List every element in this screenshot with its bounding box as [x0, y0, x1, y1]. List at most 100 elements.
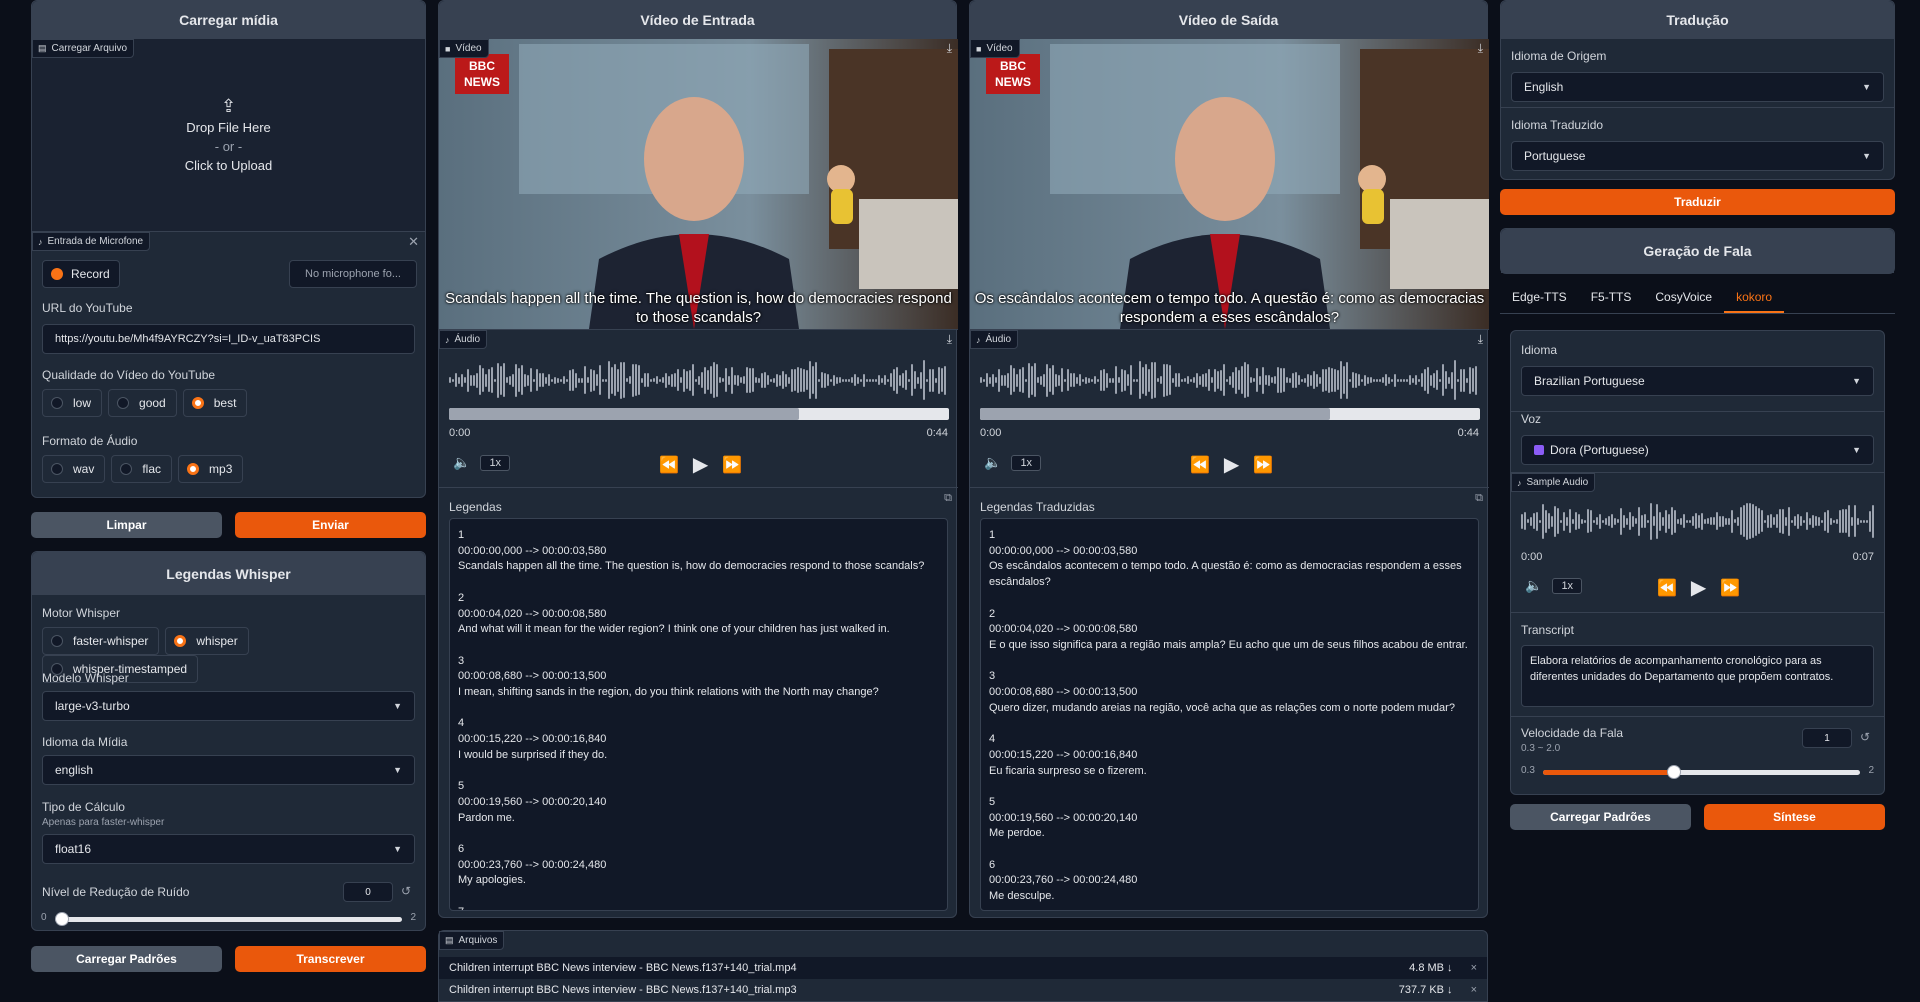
waveform-bar [1010, 365, 1012, 395]
remove-icon[interactable]: × [1471, 984, 1477, 996]
tab-edge-tts[interactable]: Edge-TTS [1500, 284, 1579, 313]
waveform-bar [749, 367, 751, 393]
download-icon[interactable]: ⤓ [1478, 332, 1483, 347]
output-video-player[interactable]: ■ Vídeo ⤓ BBC NEWS Os escândalos acontece… [970, 39, 1489, 329]
waveform-bar [542, 373, 544, 387]
download-icon[interactable]: ⤓ [1478, 41, 1483, 56]
audio-progress-fill [449, 408, 799, 420]
load-defaults-button[interactable]: Carregar Padrões [31, 946, 222, 972]
waveform-bar [980, 377, 982, 383]
copy-icon[interactable]: ⧉ [1475, 492, 1483, 505]
quality-radio-best[interactable]: best [182, 389, 248, 417]
subs-textbox[interactable]: 1 00:00:00,000 --> 00:00:03,580 Scandals… [449, 518, 948, 911]
play-icon[interactable]: ▶ [1224, 452, 1239, 477]
rate-thumb[interactable] [1666, 765, 1681, 779]
volume-icon[interactable]: 🔈 [1525, 577, 1542, 594]
format-radio-mp3[interactable]: mp3 [178, 455, 244, 483]
audio-progress-bar[interactable] [980, 408, 1480, 420]
waveform-bar [1232, 372, 1234, 388]
translated-subs-textbox[interactable]: 1 00:00:00,000 --> 00:00:03,580 Os escân… [980, 518, 1479, 911]
play-icon[interactable]: ▶ [1691, 575, 1706, 600]
copy-icon[interactable]: ⧉ [944, 492, 952, 505]
forward-icon[interactable]: ⏩ [1253, 455, 1273, 475]
waveform-bar [1385, 374, 1387, 386]
rate-number-input[interactable]: 1 [1802, 728, 1852, 748]
synthesize-button[interactable]: Síntese [1704, 804, 1885, 830]
noise-thumb[interactable] [55, 912, 69, 926]
play-icon[interactable]: ▶ [693, 452, 708, 477]
rewind-icon[interactable]: ⏪ [1190, 455, 1210, 475]
waveform-bar [1536, 511, 1538, 531]
voice-select[interactable]: Dora (Portuguese) ▼ [1521, 435, 1874, 465]
tts-lang-select[interactable]: Brazilian Portuguese ▼ [1521, 366, 1874, 396]
file-row[interactable]: Children interrupt BBC News interview - … [439, 979, 1487, 1001]
tab-f5-tts[interactable]: F5-TTS [1579, 284, 1644, 313]
file-size[interactable]: 737.7 KB ↓ [1399, 984, 1453, 996]
file-size[interactable]: 4.8 MB ↓ [1409, 962, 1452, 974]
waveform-bar [653, 378, 655, 382]
target-lang-select[interactable]: Portuguese ▼ [1511, 141, 1884, 171]
input-video-player[interactable]: ■ Vídeo ⤓ BBC NEWS Scandals happen all th… [439, 39, 958, 329]
format-radio-wav[interactable]: wav [42, 455, 106, 483]
quality-radio-low[interactable]: low [42, 389, 103, 417]
clear-button[interactable]: Limpar [31, 512, 222, 538]
waveform-bar [488, 368, 490, 392]
file-name[interactable]: Children interrupt BBC News interview - … [449, 984, 797, 996]
speed-button[interactable]: 1x [1011, 454, 1042, 471]
close-icon[interactable]: ✕ [408, 234, 419, 250]
mic-select[interactable]: No microphone fo... [289, 260, 417, 288]
waveform-bar [1271, 377, 1273, 383]
file-row[interactable]: Children interrupt BBC News interview - … [439, 957, 1487, 979]
media-lang-select[interactable]: english ▼ [42, 755, 415, 785]
engine-radio-whisper[interactable]: whisper [165, 627, 249, 655]
noise-slider[interactable]: 0 2 [41, 911, 416, 927]
reset-icon[interactable]: ↺ [401, 884, 411, 898]
source-lang-select[interactable]: English ▼ [1511, 72, 1884, 102]
transcript-textarea[interactable]: Elabora relatórios de acompanhamento cro… [1521, 645, 1874, 707]
audio-tag: ♪ Áudio [970, 330, 1019, 349]
noise-number-input[interactable]: 0 [343, 882, 393, 902]
volume-icon[interactable]: 🔈 [453, 454, 470, 471]
file-drop-zone[interactable]: ▤ Carregar Arquivo ⇪ Drop File Here - or … [32, 39, 425, 231]
speed-button[interactable]: 1x [1552, 577, 1583, 594]
rewind-icon[interactable]: ⏪ [659, 455, 679, 475]
caret-down-icon: ▼ [1852, 376, 1861, 386]
waveform-bar [1106, 372, 1108, 388]
volume-icon[interactable]: 🔈 [984, 454, 1001, 471]
waveform-bar [1274, 376, 1276, 384]
waveform-bar [1644, 514, 1646, 528]
waveform-bar [1196, 372, 1198, 388]
model-select[interactable]: large-v3-turbo ▼ [42, 691, 415, 721]
format-radio-flac[interactable]: flac [111, 455, 173, 483]
download-icon[interactable]: ⤓ [947, 332, 952, 347]
audio-progress-bar[interactable] [449, 408, 949, 420]
compute-select[interactable]: float16 ▼ [42, 834, 415, 864]
forward-icon[interactable]: ⏩ [1720, 578, 1740, 598]
waveform-bar [1674, 509, 1676, 533]
speed-button[interactable]: 1x [480, 454, 511, 471]
record-button[interactable]: Record [42, 260, 120, 288]
download-icon[interactable]: ⤓ [947, 41, 952, 56]
submit-button[interactable]: Enviar [235, 512, 426, 538]
quality-radio-good[interactable]: good [108, 389, 177, 417]
tts-defaults-button[interactable]: Carregar Padrões [1510, 804, 1691, 830]
waveform-bar [1061, 368, 1063, 392]
input-video-title: Vídeo de Entrada [439, 1, 956, 39]
tab-kokoro[interactable]: kokoro [1724, 284, 1785, 313]
waveform-bar [1593, 519, 1595, 523]
rewind-icon[interactable]: ⏪ [1657, 578, 1677, 598]
waveform-bar [467, 368, 469, 392]
rate-slider[interactable]: 0.3 2 [1521, 764, 1874, 780]
engine-radio-faster-whisper[interactable]: faster-whisper [42, 627, 160, 655]
youtube-url-input[interactable]: https://youtu.be/Mh4f9AYRCZY?si=I_ID-v_u… [42, 324, 415, 354]
transcribe-button[interactable]: Transcrever [235, 946, 426, 972]
subs-label: Legendas [449, 500, 502, 514]
reset-icon[interactable]: ↺ [1860, 730, 1870, 744]
file-name[interactable]: Children interrupt BBC News interview - … [449, 962, 797, 974]
waveform-bar [626, 378, 628, 382]
forward-icon[interactable]: ⏩ [722, 455, 742, 475]
tab-cosyvoice[interactable]: CosyVoice [1643, 284, 1724, 313]
remove-icon[interactable]: × [1471, 962, 1477, 974]
translate-button[interactable]: Traduzir [1500, 189, 1895, 215]
format-radio-group: wav flac mp3 [42, 455, 415, 483]
